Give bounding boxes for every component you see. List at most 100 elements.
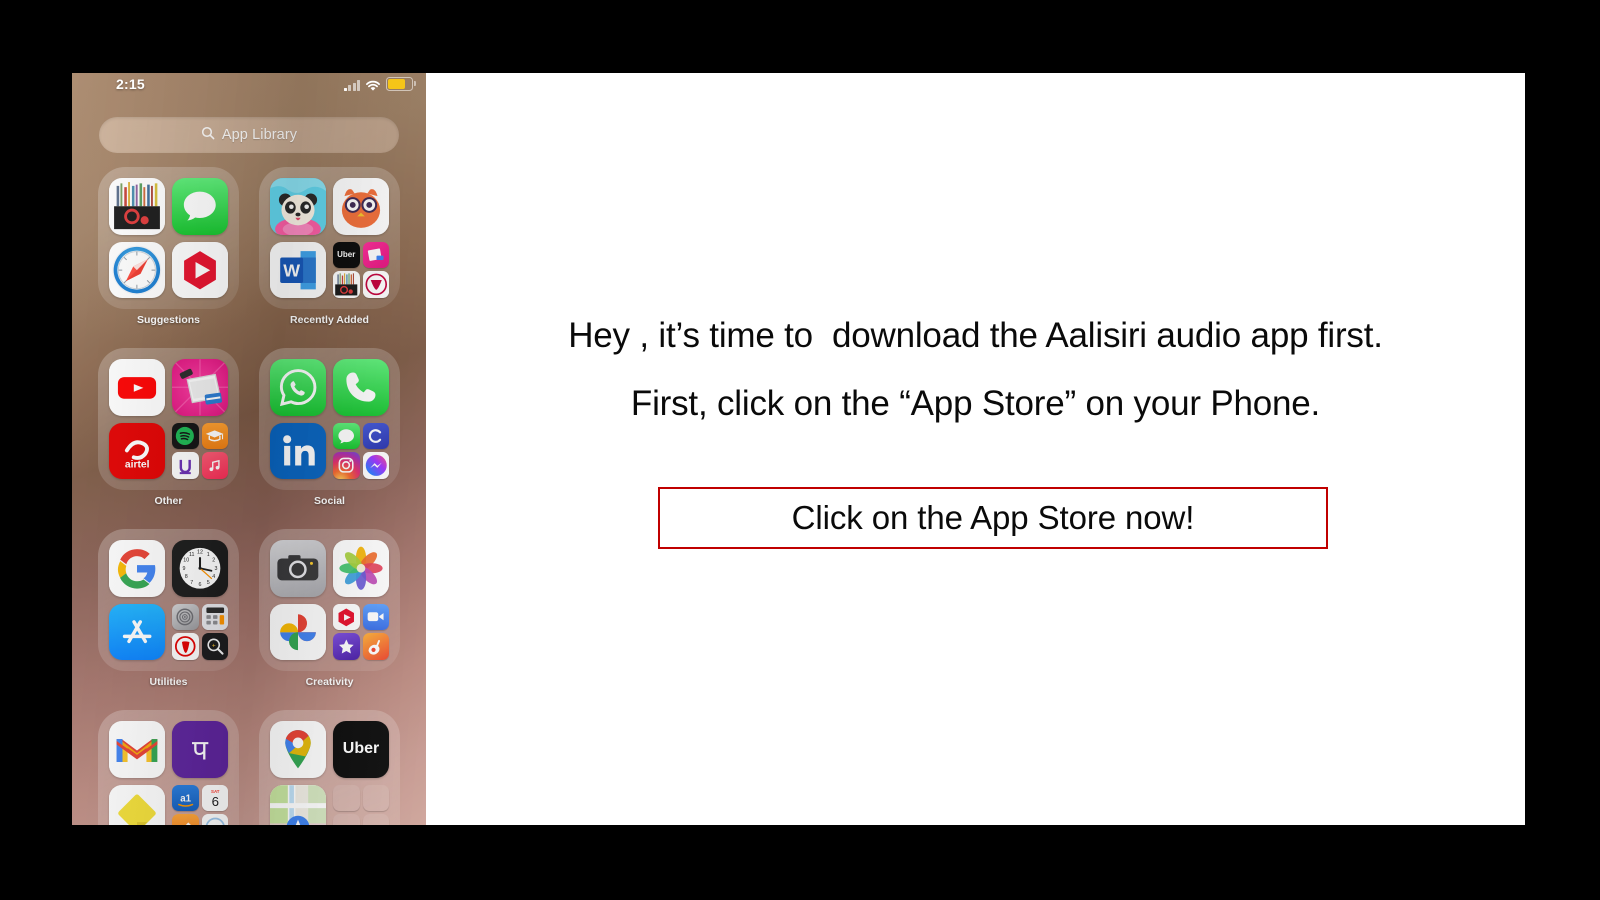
vodafone-app[interactable] xyxy=(172,633,199,660)
messages-app[interactable] xyxy=(333,422,360,450)
chrome-c-app[interactable] xyxy=(362,422,389,450)
folder-tile[interactable]: प a1 SAT 6 xyxy=(98,710,239,825)
app-cluster[interactable]: + xyxy=(172,603,228,660)
billing-scanner-app[interactable] xyxy=(172,359,228,416)
app-library-search-label: App Library xyxy=(221,127,298,143)
airtel-app[interactable]: airtel xyxy=(109,422,165,479)
whatsapp-app[interactable] xyxy=(270,359,326,416)
app-cluster[interactable]: a1 SAT 6 xyxy=(172,784,228,825)
wifi-icon xyxy=(365,79,381,91)
search-icon xyxy=(201,126,215,145)
uber-app[interactable]: Uber xyxy=(333,721,389,778)
instagram-app[interactable] xyxy=(333,452,360,479)
mail-app[interactable] xyxy=(201,814,228,825)
status-bar-clock: 2:15 xyxy=(116,76,145,92)
camera-app[interactable] xyxy=(270,540,326,597)
gmail-app[interactable] xyxy=(109,721,165,778)
call-to-action-box[interactable]: Click on the App Store now! xyxy=(658,487,1328,549)
settings-app[interactable] xyxy=(172,603,199,631)
app-cluster[interactable] xyxy=(333,422,389,479)
files-orange-app[interactable] xyxy=(172,814,199,825)
call-to-action-label: Click on the App Store now! xyxy=(791,499,1195,536)
svg-text:2: 2 xyxy=(212,557,215,563)
google-maps-app[interactable] xyxy=(270,721,326,778)
messages-app[interactable] xyxy=(172,178,228,235)
google-photos-app[interactable] xyxy=(270,603,326,660)
billing-pink-app[interactable] xyxy=(362,241,389,269)
folder-social[interactable]: Social xyxy=(259,348,400,507)
safari-app[interactable] xyxy=(109,241,165,298)
calculator-app[interactable] xyxy=(201,603,228,631)
phone-app[interactable] xyxy=(333,359,389,416)
svg-text:airtel: airtel xyxy=(125,460,150,471)
folder-tile[interactable]: Uber xyxy=(259,710,400,825)
app-cluster[interactable] xyxy=(333,784,389,825)
graduation-edu-app[interactable] xyxy=(201,422,228,450)
presentation-slide: 2:15 App Library Suggestions W Uber Rece… xyxy=(72,73,1525,825)
photos-app[interactable] xyxy=(333,540,389,597)
phonepe-app[interactable]: प xyxy=(172,721,228,778)
svg-text:8: 8 xyxy=(185,574,188,580)
app-cluster[interactable] xyxy=(333,603,389,660)
imovie-app[interactable] xyxy=(333,633,360,660)
svg-text:6: 6 xyxy=(211,794,218,809)
vlc-media-app[interactable] xyxy=(172,241,228,298)
folder-label: Social xyxy=(314,495,345,507)
vlc-media-app[interactable] xyxy=(333,603,360,631)
folder-label: Creativity xyxy=(305,676,354,688)
slide-canvas: 2:15 App Library Suggestions W Uber Rece… xyxy=(0,0,1600,900)
magnifier-app[interactable]: + xyxy=(201,633,228,660)
folder-recently-added[interactable]: W Uber Recently Added xyxy=(259,167,400,326)
panda-kids-app[interactable] xyxy=(270,178,326,235)
apple-music-app[interactable] xyxy=(201,452,228,479)
microsoft-word-app[interactable]: W xyxy=(270,241,326,298)
app-library-search-field[interactable]: App Library xyxy=(99,117,399,153)
folder-tile[interactable]: 12 1 2 345 678 9 10 11 + xyxy=(98,529,239,671)
folder-tile[interactable]: airtel xyxy=(98,348,239,490)
folder-label: Utilities xyxy=(149,676,188,688)
blank-app[interactable] xyxy=(333,814,360,825)
folder-bottom-right[interactable]: Uber xyxy=(259,710,400,825)
svg-text:6: 6 xyxy=(199,582,202,588)
folder-label: Other xyxy=(154,495,183,507)
app-store-app[interactable] xyxy=(109,603,165,660)
barcode-scanner-app[interactable] xyxy=(109,178,165,235)
spotify-app[interactable] xyxy=(172,422,199,450)
svg-text:9: 9 xyxy=(182,566,185,572)
folder-other[interactable]: airtel Other xyxy=(98,348,239,507)
calendar-app[interactable]: SAT 6 xyxy=(201,784,228,812)
duolingo-owl-app[interactable] xyxy=(333,178,389,235)
svg-text:प: प xyxy=(192,734,209,765)
folder-bottom-left[interactable]: प a1 SAT 6 xyxy=(98,710,239,825)
vlr-red-app[interactable] xyxy=(362,271,389,298)
svg-text:1: 1 xyxy=(207,552,210,558)
folder-creativity[interactable]: Creativity xyxy=(259,529,400,688)
messenger-app[interactable] xyxy=(362,452,389,479)
folder-tile[interactable] xyxy=(259,529,400,671)
blank-app[interactable] xyxy=(362,784,389,812)
folder-tile[interactable]: W Uber xyxy=(259,167,400,309)
blank-app[interactable] xyxy=(333,784,360,812)
youtube-app[interactable] xyxy=(109,359,165,416)
clock-app[interactable]: 12 1 2 345 678 9 10 11 xyxy=(172,540,228,597)
folder-tile[interactable] xyxy=(259,348,400,490)
uber-app[interactable]: Uber xyxy=(333,241,360,269)
folder-suggestions[interactable]: Suggestions xyxy=(98,167,239,326)
status-bar: 2:15 xyxy=(72,73,426,99)
apple-maps-app[interactable] xyxy=(270,784,326,825)
folder-utilities[interactable]: 12 1 2 345 678 9 10 11 + Utilities xyxy=(98,529,239,688)
scanner-app[interactable] xyxy=(333,271,360,298)
notes-app[interactable] xyxy=(109,784,165,825)
app-cluster[interactable] xyxy=(172,422,228,479)
google-app[interactable] xyxy=(109,540,165,597)
amazon-alexa-app[interactable]: a1 xyxy=(172,784,199,812)
linkedin-app[interactable] xyxy=(270,422,326,479)
folder-tile[interactable] xyxy=(98,167,239,309)
urban-company-app[interactable] xyxy=(172,452,199,479)
facetime-app[interactable] xyxy=(362,603,389,631)
blank-app[interactable] xyxy=(362,814,389,825)
svg-text:SAT: SAT xyxy=(211,788,220,793)
folder-label: Recently Added xyxy=(290,314,369,326)
garageband-app[interactable] xyxy=(362,633,389,660)
app-cluster[interactable]: Uber xyxy=(333,241,389,298)
